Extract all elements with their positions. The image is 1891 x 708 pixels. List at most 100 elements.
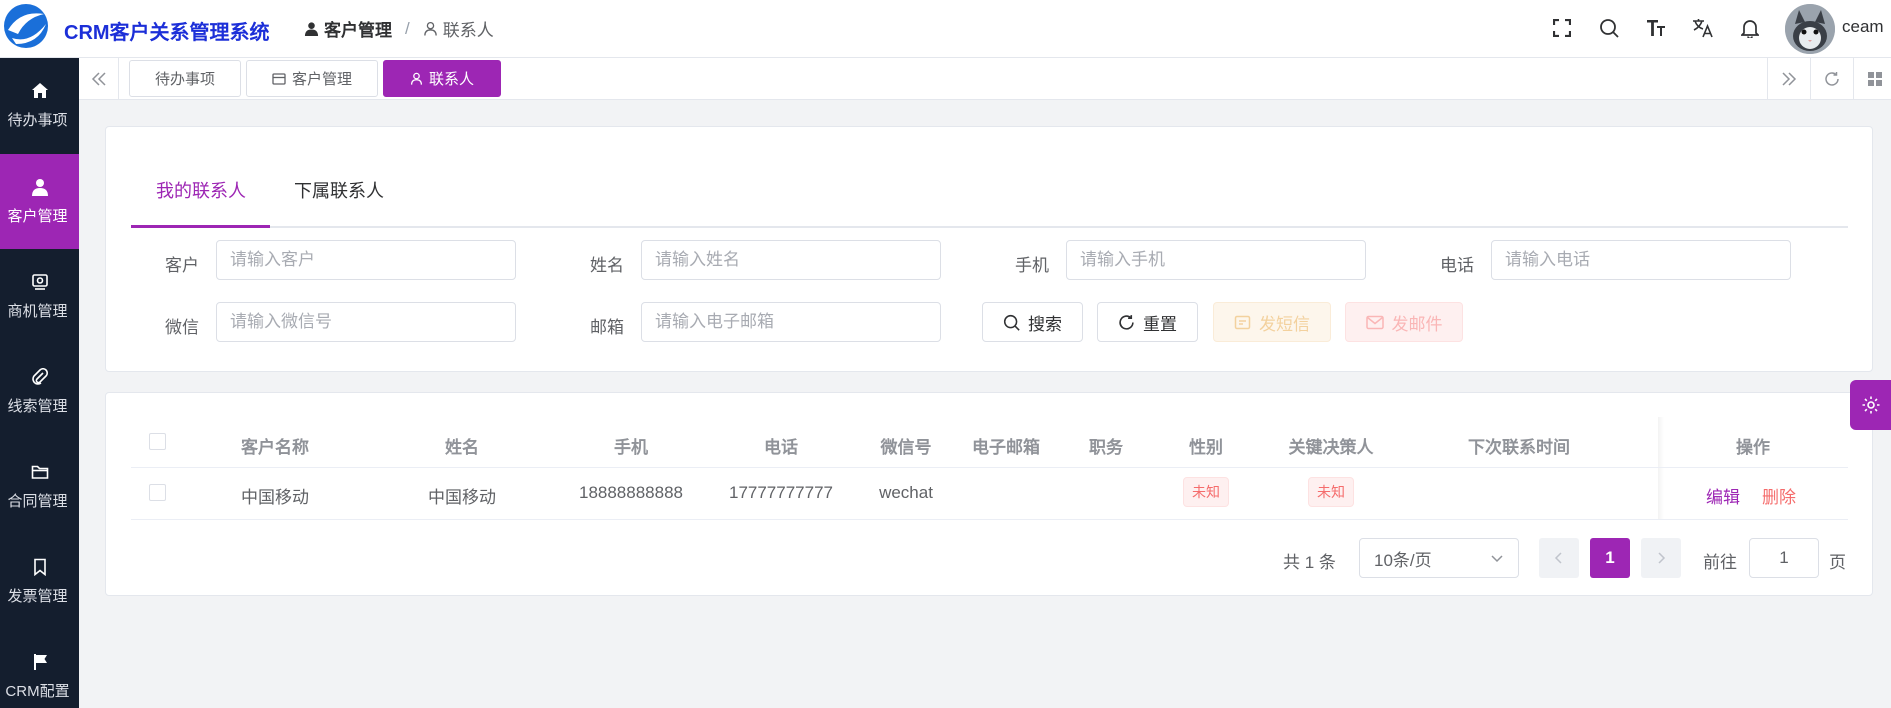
edit-link[interactable]: 编辑 (1706, 483, 1740, 508)
card-icon (272, 72, 286, 85)
chevron-down-icon (1491, 555, 1503, 563)
tabs-scroll-right-button[interactable] (1767, 58, 1810, 99)
column-header-position[interactable]: 职务 (1089, 433, 1123, 458)
sidebar-item-contract[interactable]: 合同管理 (0, 439, 79, 534)
gender-tag: 未知 (1183, 477, 1229, 507)
phone-label: 电话 (1440, 256, 1474, 275)
tab-todo[interactable]: 待办事项 (129, 60, 241, 97)
next-page-button[interactable] (1641, 538, 1681, 578)
search-icon[interactable] (1597, 16, 1621, 40)
bookmark-icon (33, 558, 46, 576)
mail-icon (1365, 315, 1384, 329)
search-button-label: 搜索 (1028, 314, 1062, 334)
bell-icon[interactable] (1738, 16, 1762, 40)
customer-label: 客户 (165, 256, 199, 275)
refresh-button[interactable] (1810, 58, 1853, 99)
sidebar-item-opportunity[interactable]: 商机管理 (0, 249, 79, 344)
cell-mobile: 18888888888 (578, 483, 684, 502)
paperclip-icon (31, 367, 48, 385)
row-divider (131, 519, 1848, 520)
sidebar-item-label: 发票管理 (7, 587, 68, 605)
search-button[interactable]: 搜索 (982, 302, 1083, 342)
phone-input[interactable] (1491, 240, 1791, 280)
home-icon (31, 82, 48, 98)
delete-link[interactable]: 删除 (1762, 483, 1796, 508)
chevron-right-icon (1658, 552, 1666, 564)
sidebar-item-crm-config[interactable]: CRM配置 (0, 629, 79, 708)
sidebar-item-leads[interactable]: 线索管理 (0, 344, 79, 439)
column-header-wechat[interactable]: 微信号 (881, 433, 932, 458)
breadcrumb-item-customer[interactable]: 客户管理 (304, 16, 392, 41)
tab-label: 客户管理 (291, 71, 352, 88)
send-mail-label: 发邮件 (1391, 314, 1443, 334)
tab-subordinate-contacts[interactable]: 下属联系人 (294, 177, 384, 203)
goto-page-input[interactable] (1749, 538, 1819, 578)
column-header-name[interactable]: 姓名 (445, 433, 479, 458)
select-all-checkbox[interactable] (149, 433, 166, 450)
column-header-mobile[interactable]: 手机 (614, 433, 648, 458)
sidebar-item-label: CRM配置 (5, 682, 70, 700)
settings-button[interactable] (1850, 380, 1891, 430)
breadcrumb: 客户管理 / 联系人 (304, 16, 494, 41)
reset-button-label: 重置 (1143, 314, 1177, 334)
sidebar-item-customer[interactable]: 客户管理 (0, 154, 79, 249)
cell-customer: 中国移动 (241, 488, 309, 507)
column-header-actions: 操作 (1736, 438, 1770, 457)
translate-icon[interactable] (1691, 16, 1715, 40)
user-icon (31, 178, 48, 196)
user-icon (304, 22, 319, 36)
logo (0, 0, 52, 52)
cell-wechat: wechat (879, 483, 933, 502)
sidebar-item-label: 商机管理 (7, 302, 68, 320)
customer-input[interactable] (216, 240, 516, 280)
prev-page-button[interactable] (1539, 538, 1579, 578)
mobile-input[interactable] (1066, 240, 1366, 280)
tabs-divider (131, 226, 1848, 228)
column-header-customer[interactable]: 客户名称 (241, 433, 309, 458)
tabs-bar: 待办事项 客户管理 联系人 (79, 58, 1891, 100)
name-input[interactable] (641, 240, 941, 280)
double-chevron-left-icon (91, 71, 106, 86)
table-card: 客户名称 姓名 手机 电话 微信号 电子邮箱 职务 性别 关键决策人 下次联系时… (105, 392, 1873, 596)
refresh-icon (1119, 314, 1134, 330)
tabs-scroll-left-button[interactable] (79, 58, 119, 99)
decision-maker-tag: 未知 (1308, 477, 1354, 507)
breadcrumb-label-customer: 客户管理 (324, 21, 392, 40)
header-divider (131, 467, 1848, 468)
wechat-input[interactable] (216, 302, 516, 342)
goto-label: 前往 (1703, 553, 1737, 572)
tab-label: 联系人 (428, 71, 474, 88)
sidebar-item-invoice[interactable]: 发票管理 (0, 534, 79, 629)
fullscreen-icon[interactable] (1550, 16, 1574, 40)
tab-contacts[interactable]: 联系人 (383, 60, 501, 97)
column-header-email[interactable]: 电子邮箱 (972, 433, 1040, 458)
page-1-button[interactable]: 1 (1590, 538, 1630, 578)
send-sms-button[interactable]: 发短信 (1213, 302, 1331, 342)
tab-my-contacts[interactable]: 我的联系人 (156, 177, 246, 203)
page-size-select[interactable]: 10条/页 (1359, 538, 1519, 578)
row-checkbox[interactable] (149, 484, 166, 501)
avatar[interactable] (1785, 4, 1835, 54)
tab-label: 待办事项 (154, 71, 215, 88)
column-header-phone[interactable]: 电话 (764, 433, 798, 458)
search-icon (1003, 314, 1020, 331)
email-label: 邮箱 (590, 318, 624, 337)
tab-customer[interactable]: 客户管理 (246, 60, 378, 97)
user-outline-icon (410, 72, 423, 85)
email-input[interactable] (641, 302, 941, 342)
font-size-icon[interactable] (1644, 16, 1668, 40)
flag-icon (33, 653, 47, 670)
column-header-gender[interactable]: 性别 (1189, 433, 1223, 458)
column-header-next-contact[interactable]: 下次联系时间 (1468, 433, 1570, 458)
column-header-decision-maker[interactable]: 关键决策人 (1289, 433, 1374, 458)
send-mail-button[interactable]: 发邮件 (1345, 302, 1463, 342)
reset-button[interactable]: 重置 (1097, 302, 1198, 342)
tabs-menu-button[interactable] (1853, 58, 1891, 99)
sidebar-item-label: 待办事项 (7, 111, 68, 129)
wechat-label: 微信 (165, 318, 199, 337)
sidebar-item-label: 线索管理 (7, 397, 68, 415)
username[interactable]: ceam (1842, 17, 1884, 37)
cell-name: 中国移动 (428, 488, 496, 507)
cell-phone: 17777777777 (728, 483, 834, 502)
sidebar-item-todo[interactable]: 待办事项 (0, 58, 79, 153)
